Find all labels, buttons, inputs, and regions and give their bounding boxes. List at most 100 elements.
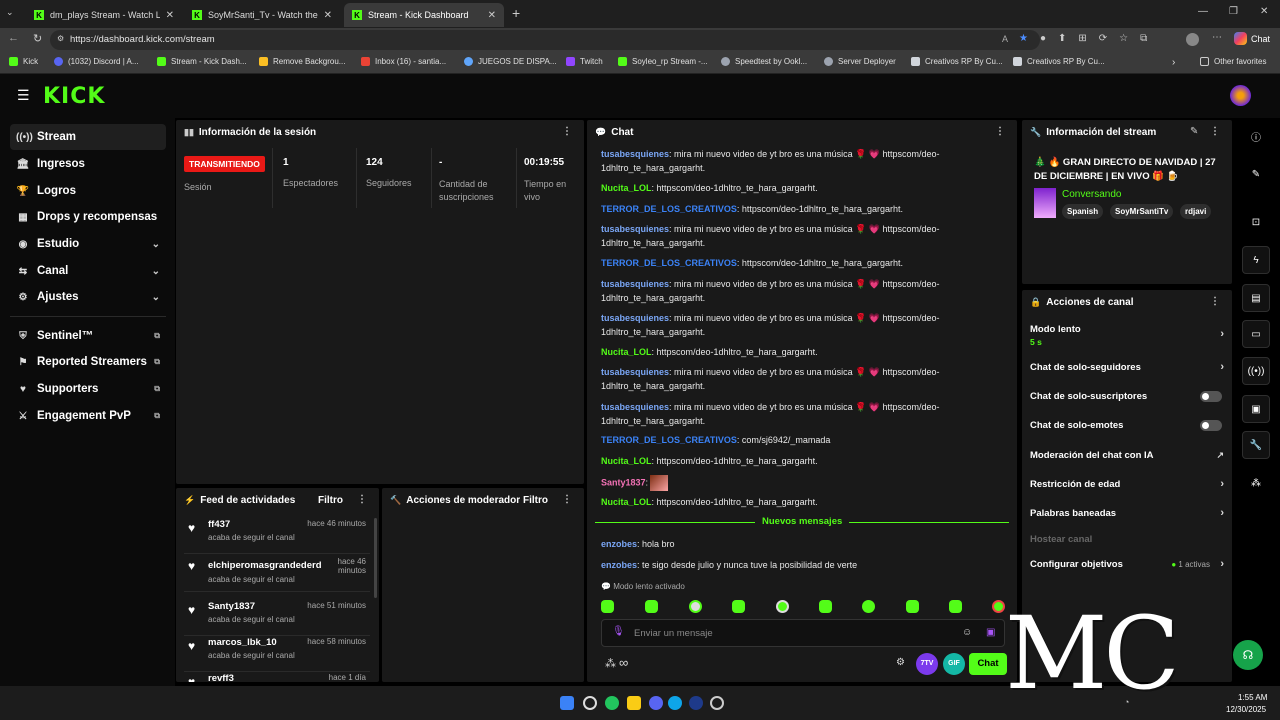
bookmark-item[interactable]: Twitch xyxy=(566,57,603,66)
sidebar-item-drops[interactable]: ▦ Drops y recompensas xyxy=(10,204,166,230)
chat-bubble-icon[interactable]: ▭ xyxy=(1242,320,1270,348)
action-emotes-only[interactable]: Chat de solo-emotes xyxy=(1030,412,1226,438)
kebab-menu-icon[interactable]: ⋮ xyxy=(562,126,572,137)
search-icon[interactable] xyxy=(583,696,597,710)
emote-icon[interactable] xyxy=(601,600,614,613)
emote-icon[interactable] xyxy=(992,600,1005,613)
emote-icon[interactable] xyxy=(732,600,745,613)
send-chat-button[interactable]: Chat xyxy=(969,653,1007,675)
profile-avatar-icon[interactable] xyxy=(1186,33,1199,46)
xbox-icon[interactable] xyxy=(605,696,619,710)
action-banned-words[interactable]: Palabras baneadas › xyxy=(1030,500,1226,526)
bookmark-item[interactable]: Kick xyxy=(9,57,38,66)
layout-icon[interactable]: ▣ xyxy=(1242,395,1270,423)
gift-icon[interactable]: ▣ xyxy=(986,627,995,638)
bookmark-item[interactable]: JUEGOS DE DISPA... xyxy=(464,57,557,66)
action-age-restriction[interactable]: Restricción de edad › xyxy=(1030,471,1226,497)
bookmark-item[interactable]: Creativos RP By Cu... xyxy=(1013,57,1105,66)
mod-filter-button[interactable]: Filtro xyxy=(523,495,548,506)
tag-chip[interactable]: rdjavi xyxy=(1180,204,1212,219)
close-icon[interactable]: ✕ xyxy=(166,10,174,21)
sidebar-item-supporters[interactable]: ♥ Supporters ⧉ xyxy=(10,376,166,402)
tab-soymrsanti[interactable]: K SoyMrSanti_Tv - Watch the VOD on Kick … xyxy=(184,3,340,27)
minimize-icon[interactable]: — xyxy=(1198,6,1208,17)
bookmark-item[interactable]: Remove Backgrou... xyxy=(259,57,345,66)
file-explorer-icon[interactable] xyxy=(627,696,641,710)
action-subscribers-only[interactable]: Chat de solo-suscriptores xyxy=(1030,383,1226,409)
category-label[interactable]: Conversando xyxy=(1062,189,1121,200)
kebab-menu-icon[interactable]: ⋮ xyxy=(1210,126,1220,137)
tab-dm-plays[interactable]: K dm_plays Stream - Watch Live on Kick ✕ xyxy=(26,3,182,27)
close-icon[interactable]: ✕ xyxy=(324,10,332,21)
hamburger-menu-icon[interactable]: ☰ xyxy=(17,87,30,104)
kebab-menu-icon[interactable]: ⋮ xyxy=(357,494,367,505)
sidebar-item-logros[interactable]: 🏆 Logros xyxy=(10,178,166,204)
feed-filter-button[interactable]: Filtro xyxy=(318,495,343,506)
copilot-button[interactable]: Chat xyxy=(1234,32,1270,45)
bolt-icon[interactable]: ϟ xyxy=(1242,246,1270,274)
clipboard-icon[interactable]: ▤ xyxy=(1242,284,1270,312)
tab-kick-dashboard[interactable]: K Stream - Kick Dashboard ✕ xyxy=(344,3,504,27)
infinity-icon[interactable]: ∞ xyxy=(619,655,628,670)
read-aloud-icon[interactable]: A xyxy=(1002,34,1008,44)
pencil-icon[interactable]: ✎ xyxy=(1242,160,1270,188)
7tv-button[interactable]: 7TV xyxy=(916,653,938,675)
wrench-icon[interactable]: 🔧 xyxy=(1242,431,1270,459)
sidebar-item-reported-streamers[interactable]: ⚑ Reported Streamers ⧉ xyxy=(10,349,166,375)
emote-icon[interactable] xyxy=(689,600,702,613)
emote-icon[interactable] xyxy=(862,600,875,613)
bookmark-item[interactable]: Inbox (16) - santia... xyxy=(361,57,446,66)
bookmarks-overflow-icon[interactable]: › xyxy=(1172,57,1175,68)
feed-scrollbar[interactable] xyxy=(374,518,377,598)
maximize-icon[interactable]: ❐ xyxy=(1229,6,1238,17)
emote-icon[interactable] xyxy=(949,600,962,613)
apps-icon[interactable]: ⁂ xyxy=(1242,469,1270,497)
bookmark-item[interactable]: Server Deployer xyxy=(824,57,896,66)
tab-list-chevron-icon[interactable]: ⌄ xyxy=(6,7,14,18)
user-avatar[interactable] xyxy=(1230,85,1251,106)
new-tab-icon[interactable]: + xyxy=(512,5,520,21)
emote-icon[interactable] xyxy=(645,600,658,613)
windows-start-icon[interactable] xyxy=(560,696,574,710)
bookmark-item[interactable]: (1032) Discord | A... xyxy=(54,57,139,66)
kebab-menu-icon[interactable]: ⋮ xyxy=(562,494,572,505)
broadcast-icon[interactable]: ((•)) xyxy=(1242,357,1270,385)
favorite-star-icon[interactable]: ★ xyxy=(1019,33,1028,44)
chat-input[interactable]: 🎙 Enviar un mensaje ☺ ▣ xyxy=(601,619,1005,647)
edit-pencil-icon[interactable]: ✎ xyxy=(1190,126,1198,137)
menu-dots-icon[interactable]: ⋯ xyxy=(1212,32,1222,43)
subscribers-only-toggle[interactable] xyxy=(1200,390,1222,402)
bookmark-item[interactable]: Speedtest by Ookl... xyxy=(721,57,807,66)
reload-icon[interactable]: ↻ xyxy=(33,32,42,45)
kick-chat-icon[interactable]: ⁂ xyxy=(605,657,616,670)
kebab-menu-icon[interactable]: ⋮ xyxy=(995,126,1005,137)
emote-icon[interactable] xyxy=(776,600,789,613)
sidebar-item-sentinel[interactable]: ⛨ Sentinel™ ⧉ xyxy=(10,323,166,349)
tag-chip[interactable]: SoyMrSantiTv xyxy=(1110,204,1174,219)
kebab-menu-icon[interactable]: ⋮ xyxy=(1210,296,1220,307)
bookmark-item[interactable]: Stream - Kick Dash... xyxy=(157,57,247,66)
steam-icon[interactable] xyxy=(689,696,703,710)
site-info-icon[interactable]: ⚙ xyxy=(57,34,64,43)
close-icon[interactable]: ✕ xyxy=(488,10,496,21)
action-followers-only[interactable]: Chat de solo-seguidores › xyxy=(1030,354,1226,380)
chat-settings-icon[interactable]: ⚙ xyxy=(896,657,905,668)
sidebar-item-engagement-pvp[interactable]: ⚔ Engagement PvP ⧉ xyxy=(10,403,166,429)
action-configure-goals[interactable]: Configurar objetivos ● 1 activas › xyxy=(1030,551,1226,577)
sidebar-item-stream[interactable]: ((•)) Stream xyxy=(10,124,166,150)
sidebar-item-estudio[interactable]: ◉ Estudio ⌄ xyxy=(10,231,166,257)
url-field[interactable]: ⚙ https://dashboard.kick.com/stream A ★ xyxy=(50,30,1040,50)
info-icon[interactable]: ⓘ xyxy=(1242,122,1270,150)
action-slow-mode[interactable]: Modo lento 5 s › xyxy=(1030,320,1226,352)
back-icon[interactable]: ← xyxy=(8,32,19,44)
microphone-icon[interactable]: 🎙 xyxy=(612,626,625,637)
emoji-icon[interactable]: ☺ xyxy=(962,627,972,638)
bookmark-item[interactable]: Soyleo_rp Stream -... xyxy=(618,57,708,66)
action-ai-moderation[interactable]: Moderación del chat con IA ↗ xyxy=(1030,442,1226,468)
sidebar-item-ajustes[interactable]: ⚙ Ajustes ⌄ xyxy=(10,284,166,310)
emotes-only-toggle[interactable] xyxy=(1200,419,1222,431)
kick-logo[interactable]: KICK xyxy=(43,84,105,109)
sidebar-item-ingresos[interactable]: 🏛 Ingresos xyxy=(10,151,166,177)
discord-icon[interactable] xyxy=(649,696,663,710)
bookmark-item[interactable]: Creativos RP By Cu... xyxy=(911,57,1003,66)
